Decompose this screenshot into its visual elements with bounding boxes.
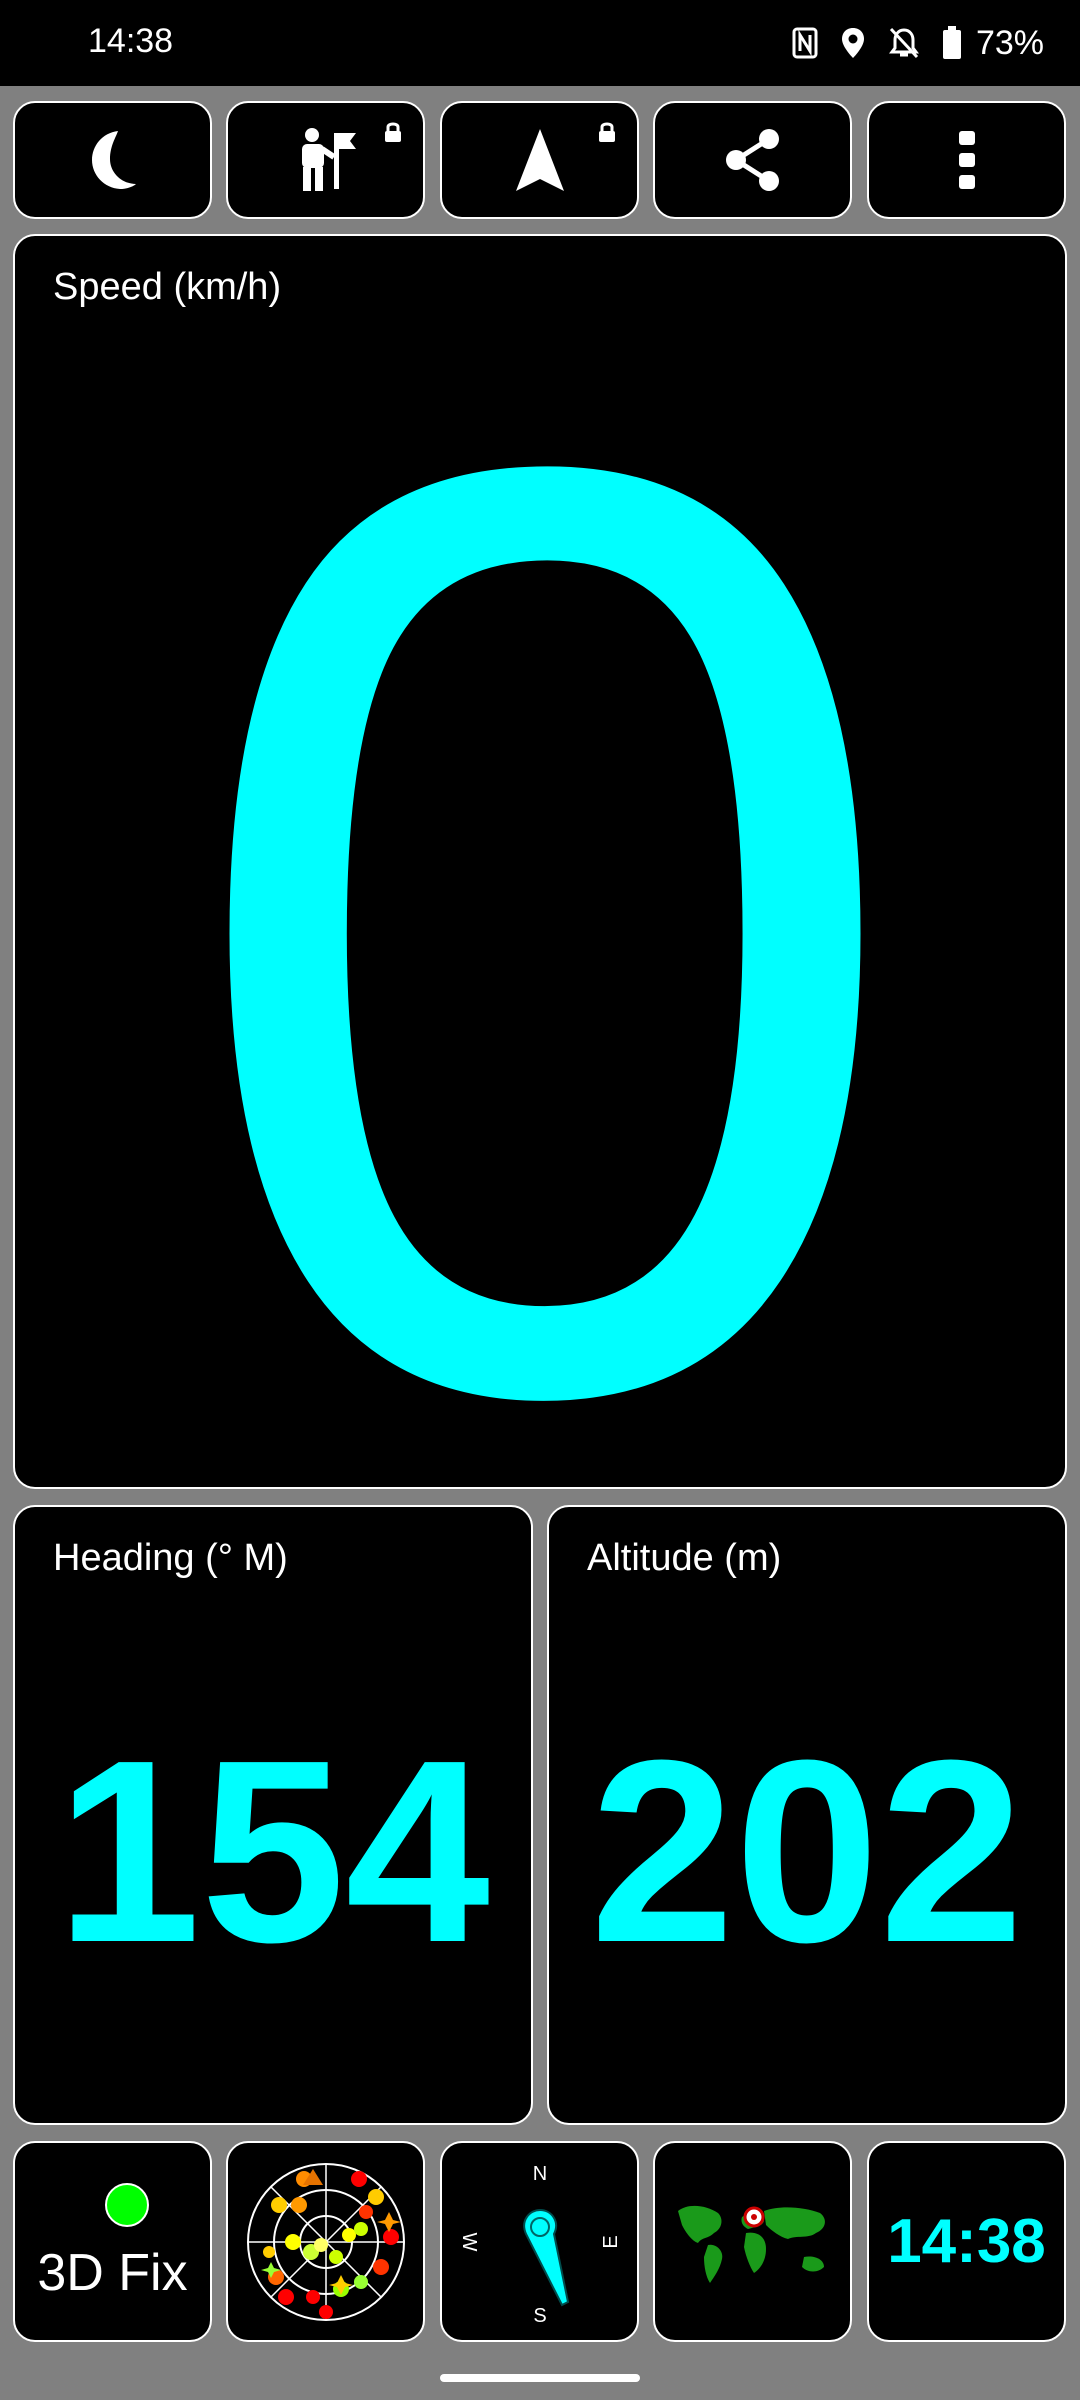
compass-tile[interactable]: N S W E: [440, 2141, 639, 2342]
satellite-sky-plot-icon: [246, 2162, 405, 2321]
compass-s-label: S: [533, 2305, 546, 2327]
compass-e-label: E: [600, 2235, 622, 2248]
heading-value: 154: [56, 1707, 490, 1997]
clock-value: 14:38: [887, 2207, 1046, 2276]
clock-tile[interactable]: 14:38: [867, 2141, 1066, 2342]
compass-icon: N S W E: [458, 2163, 622, 2327]
speed-panel[interactable]: Speed (km/h) 0: [13, 234, 1067, 1489]
compass-w-label: W: [458, 2232, 480, 2251]
nfc-icon: [792, 27, 818, 59]
gps-fix-tile[interactable]: 3D Fix: [13, 2141, 212, 2342]
home-indicator[interactable]: [440, 2374, 640, 2382]
compass-n-label: N: [532, 2163, 546, 2185]
navigation-arrow-icon: [515, 129, 564, 191]
waypoint-button[interactable]: [226, 101, 425, 219]
night-mode-button[interactable]: [13, 101, 212, 219]
more-options-button[interactable]: [867, 101, 1066, 219]
hiker-flag-icon: [301, 128, 356, 191]
satellite-sky-view-tile[interactable]: [226, 2141, 425, 2342]
moon-icon: [91, 131, 136, 189]
battery-percent: 73%: [975, 23, 1044, 62]
fix-status: 3D Fix: [37, 2244, 188, 2302]
notifications-off-icon: [888, 27, 919, 59]
world-map-tile[interactable]: [653, 2141, 852, 2342]
share-button[interactable]: [653, 101, 852, 219]
location-icon: [841, 28, 864, 58]
fix-indicator: [105, 2183, 149, 2227]
altitude-panel[interactable]: Altitude (m) 202: [547, 1505, 1067, 2125]
lock-icon: [599, 122, 615, 142]
altitude-value: 202: [590, 1707, 1024, 1997]
speed-value: 0: [177, 234, 912, 1489]
status-time: 14:38: [88, 22, 174, 60]
heading-panel[interactable]: Heading (° M) 154: [13, 1505, 533, 2125]
heading-label: Heading (° M): [53, 1537, 288, 1579]
lock-icon: [385, 122, 401, 142]
status-bar: 14:38 73%: [0, 0, 1080, 86]
more-vert-icon: [958, 131, 975, 189]
world-map-icon: [677, 2205, 825, 2283]
battery-icon: [942, 26, 961, 59]
navigation-button[interactable]: [440, 101, 639, 219]
compass-needle: [522, 2208, 569, 2306]
altitude-label: Altitude (m): [587, 1537, 782, 1579]
status-icons: 73%: [792, 20, 1044, 66]
share-icon: [725, 129, 779, 191]
